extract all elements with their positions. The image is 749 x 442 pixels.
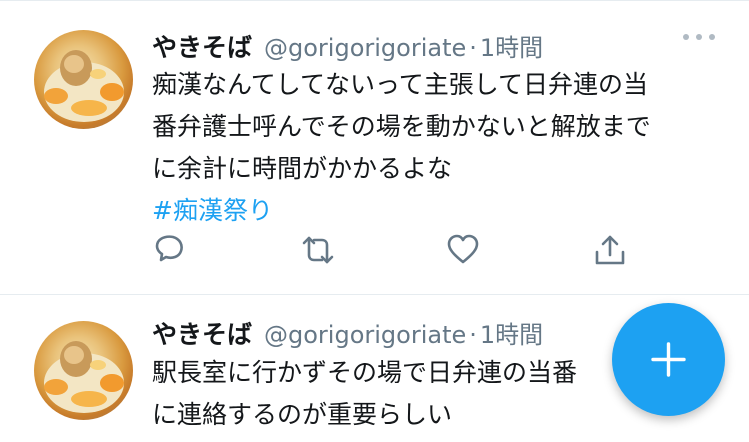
avatar[interactable] <box>34 321 133 420</box>
action-bar <box>152 233 632 273</box>
display-name[interactable]: やきそば <box>152 28 252 64</box>
top-divider <box>0 0 749 1</box>
user-handle[interactable]: @gorigorigoriate <box>264 34 466 62</box>
separator-dot: · <box>469 321 477 349</box>
hashtag-link[interactable]: #痴漢祭り <box>152 190 651 232</box>
tweet-text-line: に余計に時間がかかるよな <box>152 154 453 183</box>
compose-plus-icon <box>651 342 686 377</box>
tweet-text: 駅長室に行かずその場で日弁連の当番 に連絡するのが重要らしい <box>152 352 577 436</box>
separator-dot: · <box>469 34 477 62</box>
retweet-icon[interactable] <box>300 233 336 269</box>
timestamp[interactable]: 1時間 <box>480 315 543 350</box>
share-icon[interactable] <box>593 233 629 269</box>
timestamp[interactable]: 1時間 <box>480 28 543 63</box>
display-name[interactable]: やきそば <box>152 315 252 351</box>
reply-icon[interactable] <box>152 233 188 269</box>
like-icon[interactable] <box>446 233 482 269</box>
tweet-text-line: 駅長室に行かずその場で日弁連の当番 <box>152 358 578 387</box>
user-handle[interactable]: @gorigorigoriate <box>264 321 466 349</box>
tweet-1[interactable]: やきそば @gorigorigoriate · 1時間 痴漢なんてしてないって主… <box>0 14 749 294</box>
more-icon[interactable] <box>683 34 715 44</box>
tweet-text-line: 痴漢なんてしてないって主張して日弁連の当 <box>152 70 649 99</box>
tweet-header: やきそば @gorigorigoriate · 1時間 <box>152 315 543 355</box>
tweet-text-line: 番弁護士呼んでその場を動かないと解放まで <box>152 112 651 141</box>
avatar[interactable] <box>34 30 133 129</box>
tweet-text-line: に連絡するのが重要らしい <box>152 400 453 429</box>
compose-tweet-button[interactable] <box>612 303 725 416</box>
tweet-header: やきそば @gorigorigoriate · 1時間 <box>152 28 543 68</box>
tweet-text: 痴漢なんてしてないって主張して日弁連の当 番弁護士呼んでその場を動かないと解放ま… <box>152 64 651 232</box>
